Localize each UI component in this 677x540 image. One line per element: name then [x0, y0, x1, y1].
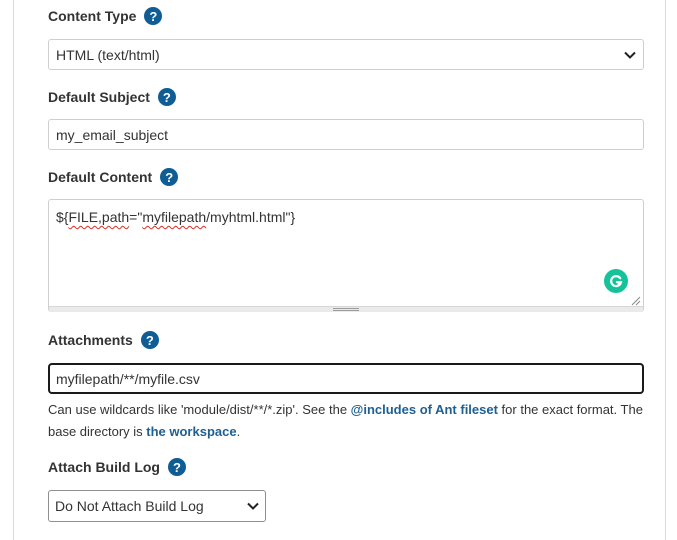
default-content-textarea[interactable]: ${FILE,path="myfilepath/myhtml.html"} — [48, 199, 644, 312]
chevron-down-icon — [247, 502, 259, 510]
grammarly-g-icon — [610, 275, 623, 288]
attach-build-log-selected-value: Do Not Attach Build Log — [55, 498, 204, 514]
resize-grip-icon[interactable] — [631, 296, 641, 306]
default-subject-input[interactable]: my_email_subject — [48, 119, 644, 150]
default-content-value: ${FILE,path="myfilepath/myhtml.html"} — [56, 209, 295, 225]
content-text-segment: /myhtml.html"} — [206, 209, 296, 225]
spellcheck-word: FILE,path — [68, 209, 130, 225]
default-subject-label: Default Subject — [48, 89, 150, 105]
attach-build-log-help-icon[interactable]: ? — [168, 458, 186, 476]
attach-build-log-label-row: Attach Build Log ? — [48, 456, 186, 478]
content-type-label-row: Content Type ? — [48, 5, 163, 27]
default-content-label-row: Default Content ? — [48, 166, 179, 188]
help-text-segment: Can use wildcards like 'module/dist/**/*… — [48, 402, 351, 417]
default-content-help-icon[interactable]: ? — [160, 168, 179, 186]
attach-build-log-select[interactable]: Do Not Attach Build Log — [48, 490, 266, 522]
content-type-selected-value: HTML (text/html) — [56, 46, 160, 63]
content-text-segment: =" — [129, 209, 143, 225]
workspace-link[interactable]: the workspace — [146, 424, 236, 439]
content-type-help-icon[interactable]: ? — [144, 7, 163, 25]
content-type-select[interactable]: HTML (text/html) — [48, 39, 644, 70]
attachments-help-text: Can use wildcards like 'module/dist/**/*… — [48, 399, 648, 443]
content-text-segment: ${ — [56, 209, 69, 225]
default-content-label: Default Content — [48, 169, 153, 185]
attach-build-log-label: Attach Build Log — [48, 459, 160, 475]
default-subject-value: my_email_subject — [56, 126, 169, 143]
ant-fileset-link[interactable]: @includes of Ant fileset — [351, 402, 498, 417]
default-subject-help-icon[interactable]: ? — [157, 88, 176, 106]
attachments-help-icon[interactable]: ? — [140, 331, 159, 349]
chevron-down-icon — [624, 51, 636, 59]
grammarly-icon[interactable] — [604, 269, 628, 293]
default-subject-label-row: Default Subject ? — [48, 86, 176, 108]
attachments-value: myfilepath/**/myfile.csv — [56, 370, 200, 387]
attachments-input[interactable]: myfilepath/**/myfile.csv — [48, 363, 644, 394]
attachments-label: Attachments — [48, 332, 133, 348]
help-text-segment: . — [236, 424, 241, 439]
drag-handle-icon[interactable] — [333, 308, 359, 311]
attachments-label-row: Attachments ? — [48, 329, 159, 351]
content-type-label: Content Type — [48, 8, 137, 24]
spellcheck-word: myfilepath — [142, 209, 207, 225]
